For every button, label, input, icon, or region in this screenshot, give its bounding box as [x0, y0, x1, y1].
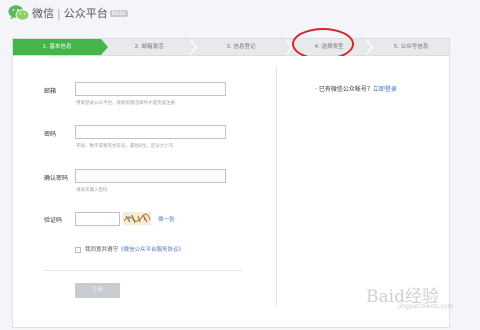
refresh-captcha-link[interactable]: 换一张 [158, 215, 175, 223]
vertical-divider [276, 66, 277, 306]
password-label: 密码 [44, 131, 57, 138]
captcha-image[interactable] [123, 212, 151, 225]
login-prompt-text: · 已有微信公众帐号？ [315, 86, 373, 93]
brand-main: 微信 [32, 7, 54, 20]
confirm-password-hint: 请再次输入密码 [76, 188, 108, 193]
step-email-activation: 2. 邮箱激活 [134, 44, 164, 50]
confirm-password-label: 确认密码 [44, 175, 69, 182]
password-hint: 字母、数字或者英文符号，最短8位，区分大小写 [76, 144, 174, 149]
step-basic-info: 1. 基本信息 [13, 39, 108, 55]
confirm-password-field[interactable] [75, 169, 226, 183]
watermark-url: jingyan.baidu.com [398, 303, 454, 310]
wechat-logo-icon [8, 5, 30, 21]
email-label: 邮箱 [44, 88, 57, 95]
agreement-text: 我同意并遵守《微信公众平台服务协议》 [85, 245, 184, 253]
brand-title: 微信 | 公众平台 Beta [32, 5, 128, 21]
captcha-field[interactable] [75, 212, 120, 226]
password-field[interactable] [75, 125, 226, 139]
brand-sub: 公众平台 [63, 7, 108, 20]
brand-separator: | [57, 7, 61, 20]
form-separator [44, 270, 242, 271]
email-field[interactable] [75, 82, 226, 96]
agree-checkbox[interactable] [75, 247, 81, 253]
step-info-registration: 3. 信息登记 [226, 44, 256, 50]
step-arrow-icon [189, 39, 197, 55]
email-hint: 用来登录公众平台，接收到激活邮件才能完成注册 [76, 101, 175, 106]
header: 微信 | 公众平台 Beta [0, 0, 480, 30]
service-agreement-link[interactable]: 《微信公众平台服务协议》 [118, 247, 184, 253]
captcha-label: 验证码 [44, 217, 63, 224]
agree-prefix: 我同意并遵守 [85, 247, 119, 253]
step-arrow-icon [365, 39, 373, 55]
login-now-link[interactable]: 立即登录 [373, 86, 397, 93]
registration-steps: 1. 基本信息 2. 邮箱激活 3. 信息登记 4. 选择类型 5. 公众号信息 [12, 38, 450, 56]
register-button[interactable]: 注册 [75, 283, 120, 298]
beta-badge: Beta [109, 10, 128, 17]
step-account-info: 5. 公众号信息 [393, 44, 429, 50]
login-prompt: · 已有微信公众帐号？立即登录 [315, 84, 397, 93]
